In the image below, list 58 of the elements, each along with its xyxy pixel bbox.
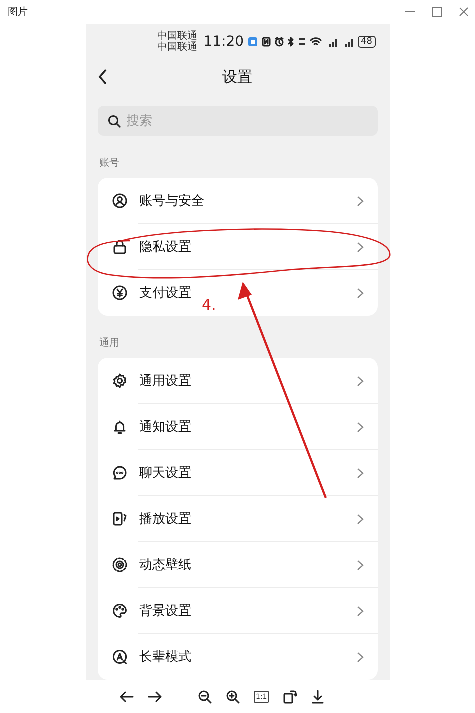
section-header: 账号 xyxy=(98,156,120,171)
settings-item[interactable]: 动态壁纸 xyxy=(140,556,356,574)
chevron-right-icon xyxy=(356,242,364,252)
window-title: 图片 xyxy=(8,6,28,19)
nfc-icon xyxy=(262,37,272,48)
settings-item[interactable]: 播放设置 xyxy=(140,510,356,528)
chat-bubble-icon xyxy=(112,465,128,481)
data-speed-icon xyxy=(298,37,306,48)
gear-icon xyxy=(112,373,128,389)
download-icon[interactable] xyxy=(311,690,326,704)
zoom-in-icon[interactable] xyxy=(226,690,240,704)
wifi-icon xyxy=(310,37,322,48)
back-icon[interactable] xyxy=(98,69,108,86)
signal-icon xyxy=(342,37,354,48)
section-header: 通用 xyxy=(98,336,120,351)
rotate-icon[interactable] xyxy=(283,690,298,704)
zoom-out-icon[interactable] xyxy=(198,690,212,704)
chevron-right-icon xyxy=(356,606,364,616)
carrier-name: 中国联通 xyxy=(158,42,198,54)
close-icon[interactable] xyxy=(459,7,469,17)
forward-arrow-icon[interactable] xyxy=(148,690,162,704)
chevron-right-icon xyxy=(356,376,364,386)
annotation-label: 4. xyxy=(202,296,216,314)
maximize-icon[interactable] xyxy=(432,7,442,17)
signal-icon xyxy=(326,37,338,48)
settings-item[interactable]: 账号与安全 xyxy=(140,192,356,210)
back-arrow-icon[interactable] xyxy=(120,690,134,704)
bluetooth-icon xyxy=(288,37,294,48)
settings-item[interactable]: 隐私设置 xyxy=(140,238,356,256)
chevron-right-icon xyxy=(356,560,364,570)
minimize-icon[interactable] xyxy=(405,11,415,13)
settings-item[interactable]: 通知设置 xyxy=(140,418,356,436)
alarm-icon xyxy=(275,37,284,48)
letter-circle-icon xyxy=(112,649,128,665)
chevron-right-icon xyxy=(356,652,364,662)
chevron-right-icon xyxy=(356,288,364,298)
palette-icon xyxy=(112,603,128,619)
settings-item[interactable]: 背景设置 xyxy=(140,602,356,620)
chevron-right-icon xyxy=(356,422,364,432)
chevron-right-icon xyxy=(356,196,364,206)
chevron-right-icon xyxy=(356,514,364,524)
status-time: 11:20 xyxy=(204,34,244,50)
app-badge-icon xyxy=(248,37,258,48)
page-title: 设置 xyxy=(222,68,252,86)
settings-item[interactable]: 长辈模式 xyxy=(140,648,356,666)
bell-icon xyxy=(112,419,128,435)
dynamic-circle-icon xyxy=(112,557,128,573)
carrier-name: 中国联通 xyxy=(158,31,198,42)
settings-item[interactable]: 通用设置 xyxy=(140,372,356,390)
yen-circle-icon xyxy=(112,285,128,301)
play-panel-icon xyxy=(112,511,128,527)
search-field[interactable]: 搜索 xyxy=(98,106,378,136)
lock-icon xyxy=(112,239,128,255)
settings-item[interactable]: 聊天设置 xyxy=(140,464,356,482)
search-icon xyxy=(108,115,120,128)
chevron-right-icon xyxy=(356,468,364,478)
user-circle-icon xyxy=(112,193,128,209)
battery-indicator: 48 xyxy=(358,36,376,48)
